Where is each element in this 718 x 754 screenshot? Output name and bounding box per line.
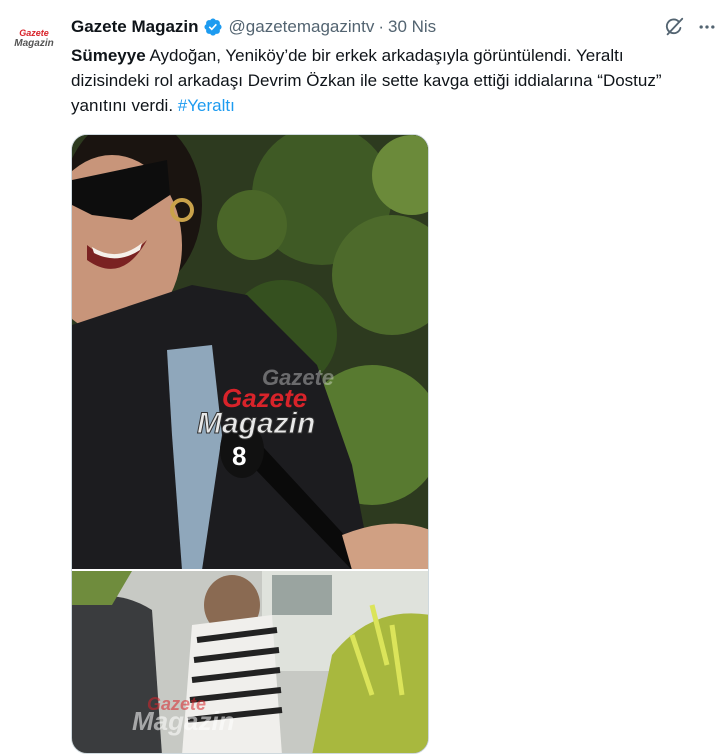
account-handle[interactable]: @gazetemagazintv [229, 17, 375, 37]
gazete-magazin-logo: Gazete Magazin [12, 16, 56, 60]
separator-dot: · [378, 17, 384, 36]
tweet-body: Aydoğan, Yeniköy’de bir erkek arkadaşıyl… [71, 46, 662, 115]
svg-text:Gazete: Gazete [19, 28, 49, 38]
hashtag-link[interactable]: #Yeraltı [178, 96, 235, 115]
watermark-bottom: Magazin [197, 407, 315, 440]
tweet-bold-lead: Sümeyye [71, 46, 146, 65]
svg-text:Magazin: Magazin [14, 38, 53, 49]
svg-text:8: 8 [232, 441, 246, 471]
more-options-icon[interactable] [696, 15, 718, 39]
grok-icon[interactable] [662, 15, 686, 39]
account-avatar[interactable]: Gazete Magazin [12, 16, 56, 60]
display-name[interactable]: Gazete Magazin [71, 17, 199, 37]
tweet-header: Gazete Magazin @gazetemagazintv · 30 Nis [71, 16, 648, 38]
verified-badge-icon [203, 17, 223, 37]
tweet-text: Sümeyye Aydoğan, Yeniköy’de bir erkek ar… [71, 43, 703, 118]
media-photo: 8 Gazete Gazete Magazin Gazete Magazin [72, 135, 428, 753]
tweet-media[interactable]: 8 Gazete Gazete Magazin Gazete Magazin [71, 134, 429, 754]
tweet-date[interactable]: 30 Nis [388, 17, 436, 37]
